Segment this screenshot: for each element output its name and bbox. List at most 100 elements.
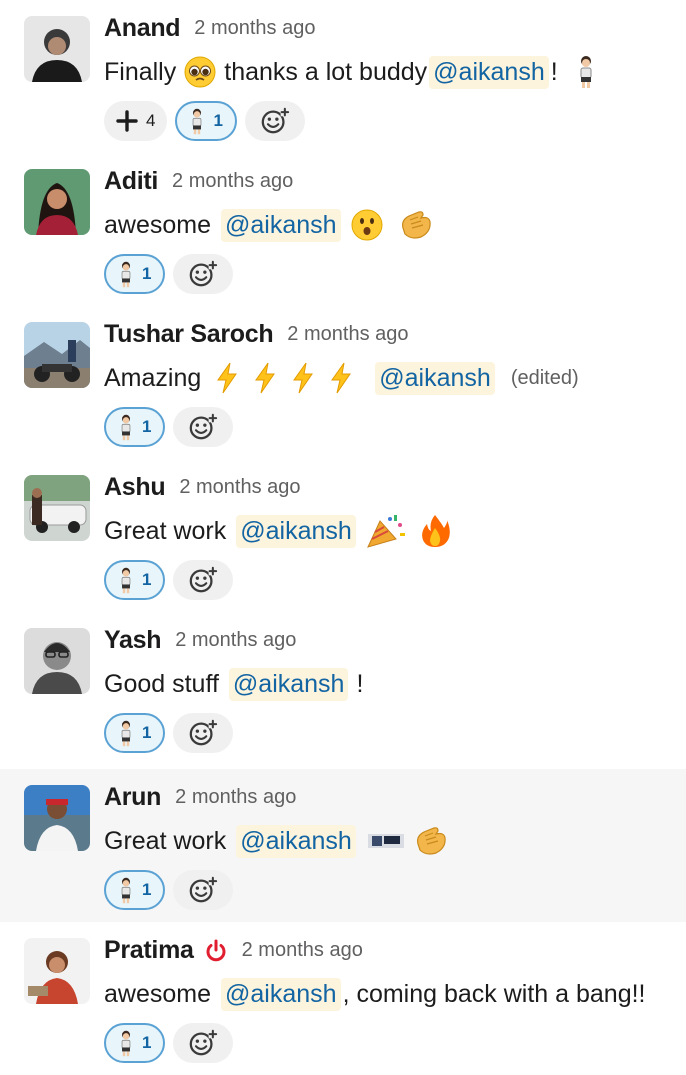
- person-emoji-icon: [118, 877, 134, 904]
- person-emoji-icon: [118, 720, 134, 747]
- avatar[interactable]: [24, 169, 90, 235]
- timestamp[interactable]: 2 months ago: [172, 170, 293, 193]
- add-reaction-button[interactable]: [173, 1023, 234, 1063]
- timestamp[interactable]: 2 months ago: [175, 629, 296, 652]
- timestamp[interactable]: 2 months ago: [287, 323, 408, 346]
- edited-label: (edited): [510, 366, 579, 389]
- person-emoji-icon: [118, 414, 134, 441]
- add-reaction-button[interactable]: [244, 101, 305, 141]
- user-mention[interactable]: @aikansh: [375, 361, 495, 395]
- sender-name[interactable]: Arun: [104, 783, 161, 812]
- message-text: Great work @aikansh: [104, 821, 448, 861]
- sender-name[interactable]: Ashu: [104, 473, 166, 502]
- pleading-face-emoji-icon: [184, 56, 216, 88]
- sender-name[interactable]: Tushar Saroch: [104, 320, 274, 349]
- add-reaction-icon: [188, 875, 218, 905]
- add-reaction-icon: [260, 106, 290, 136]
- timestamp[interactable]: 2 months ago: [179, 476, 300, 499]
- reaction-person[interactable]: 1: [104, 254, 166, 294]
- person-emoji-icon: [118, 1030, 134, 1057]
- message-text-part: Finally: [104, 57, 177, 86]
- reaction-count: 1: [142, 570, 152, 589]
- avatar[interactable]: [24, 628, 90, 694]
- lightning-emoji-icon: [291, 362, 315, 394]
- message-text-part: Amazing: [104, 363, 202, 392]
- add-reaction-icon: [188, 1028, 218, 1058]
- avatar[interactable]: [24, 785, 90, 851]
- message-text: awesome @aikansh , coming back with a ba…: [104, 974, 646, 1014]
- custom-emoji-icon: [366, 830, 406, 852]
- message-text-part: awesome: [104, 979, 211, 1008]
- reaction-person[interactable]: 1: [104, 713, 166, 753]
- avatar[interactable]: [24, 475, 90, 541]
- person-emoji-icon: [118, 261, 134, 288]
- timestamp[interactable]: 2 months ago: [242, 939, 363, 962]
- avatar[interactable]: [24, 322, 90, 388]
- message-text: Amazing @aikansh (edited): [104, 358, 579, 398]
- message-text: Great work @aikansh: [104, 511, 450, 551]
- message-text-part: thanks a lot buddy: [224, 57, 428, 86]
- message-item: Pratima 2 months ago awesome @aikansh , …: [0, 922, 686, 1075]
- user-mention[interactable]: @aikansh: [429, 55, 549, 89]
- add-reaction-icon: [188, 259, 218, 289]
- plus-icon: [116, 110, 138, 132]
- add-reaction-icon: [188, 718, 218, 748]
- person-emoji-icon: [189, 108, 205, 135]
- user-mention[interactable]: @aikansh: [221, 208, 341, 242]
- reaction-person[interactable]: 1: [104, 1023, 166, 1063]
- message-text-part: !: [356, 669, 364, 698]
- add-reaction-icon: [188, 565, 218, 595]
- lightning-emoji-icon: [253, 362, 277, 394]
- message-text: Good stuff @aikansh !: [104, 664, 363, 704]
- clapping-hands-emoji-icon: [414, 826, 448, 856]
- reaction-person[interactable]: 1: [104, 560, 166, 600]
- lightning-emoji-icon: [215, 362, 239, 394]
- add-reaction-icon: [188, 412, 218, 442]
- message-item: Yash 2 months ago Good stuff @aikansh ! …: [0, 612, 686, 765]
- message-text-part: Great work: [104, 826, 227, 855]
- message-text-part: Good stuff: [104, 669, 219, 698]
- user-mention[interactable]: @aikansh: [228, 667, 349, 701]
- reaction-count: 1: [213, 111, 223, 130]
- add-reaction-button[interactable]: [173, 713, 234, 753]
- sender-name[interactable]: Anand: [104, 14, 181, 43]
- reaction-person[interactable]: 1: [104, 407, 166, 447]
- reaction-person[interactable]: 1: [175, 101, 237, 141]
- reaction-count: 1: [142, 417, 152, 436]
- clapping-hands-emoji-icon: [399, 210, 433, 240]
- message-item[interactable]: Arun 2 months ago Great work @aikansh 1: [0, 769, 686, 922]
- message-text-part: !: [550, 57, 558, 86]
- lightning-emoji-icon: [329, 362, 353, 394]
- message-item: Anand 2 months ago Finally thanks a lot …: [0, 0, 686, 153]
- avatar[interactable]: [24, 938, 90, 1004]
- reaction-count: 1: [142, 264, 152, 283]
- sender-name[interactable]: Pratima: [104, 936, 194, 965]
- message-text-part: , coming back with a bang!!: [342, 979, 646, 1008]
- reaction-count: 1: [142, 723, 152, 742]
- timestamp[interactable]: 2 months ago: [175, 786, 296, 809]
- hushed-face-emoji-icon: [351, 209, 383, 241]
- reaction-count: 4: [146, 111, 156, 130]
- message-item: Ashu 2 months ago Great work @aikansh 1: [0, 459, 686, 612]
- reaction-count: 1: [142, 1033, 152, 1052]
- user-mention[interactable]: @aikansh: [236, 514, 356, 548]
- timestamp[interactable]: 2 months ago: [194, 17, 315, 40]
- add-reaction-button[interactable]: [173, 560, 234, 600]
- party-popper-emoji-icon: [366, 513, 406, 549]
- message-text: Finally thanks a lot buddy @aikansh !: [104, 52, 596, 92]
- add-reaction-button[interactable]: [173, 254, 234, 294]
- message-item: Tushar Saroch 2 months ago Amazing @aika…: [0, 306, 686, 459]
- reaction-person[interactable]: 1: [104, 870, 166, 910]
- person-emoji-icon: [576, 55, 596, 89]
- reaction-count: 1: [142, 880, 152, 899]
- sender-name[interactable]: Yash: [104, 626, 161, 655]
- user-mention[interactable]: @aikansh: [221, 977, 341, 1011]
- message-text-part: awesome: [104, 210, 211, 239]
- user-mention[interactable]: @aikansh: [236, 824, 356, 858]
- add-reaction-button[interactable]: [173, 407, 234, 447]
- power-status-icon: [204, 939, 228, 963]
- sender-name[interactable]: Aditi: [104, 167, 158, 196]
- avatar[interactable]: [24, 16, 90, 82]
- reaction-plus[interactable]: 4: [104, 101, 168, 141]
- add-reaction-button[interactable]: [173, 870, 234, 910]
